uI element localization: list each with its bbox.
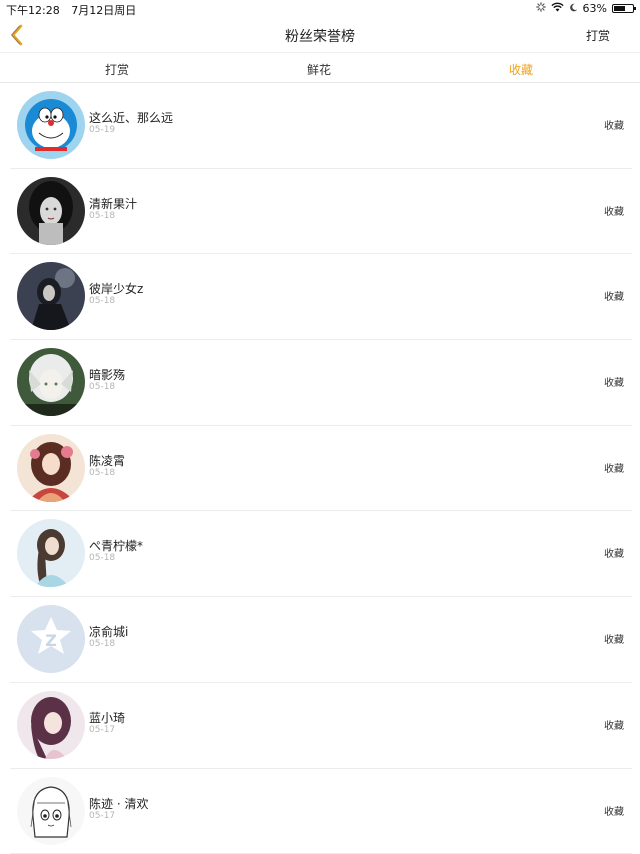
avatar — [17, 91, 85, 159]
avatar — [17, 177, 85, 245]
favorite-label: 收藏 — [604, 631, 624, 646]
status-right: 63% — [536, 2, 634, 15]
list-item[interactable]: 陈迹 · 清欢 05-17 收藏 — [10, 769, 632, 854]
avatar — [17, 262, 85, 330]
user-name: 彼岸少女z — [89, 280, 143, 297]
battery-icon — [612, 4, 634, 13]
item-date: 05-17 — [89, 725, 115, 735]
status-date: 7月12日周日 — [71, 4, 136, 17]
item-date: 05-18 — [89, 382, 115, 392]
user-name: 凉俞城i — [89, 623, 128, 640]
avatar — [17, 434, 85, 502]
item-date: 05-18 — [89, 639, 115, 649]
tab-reward[interactable]: 打赏 — [105, 61, 129, 78]
reward-button[interactable]: 打赏 — [586, 27, 610, 44]
item-date: 05-18 — [89, 211, 115, 221]
tab-favorites[interactable]: 收藏 — [509, 61, 533, 78]
list-item[interactable]: 这么近、那么远 05-19 收藏 — [10, 83, 632, 169]
favorite-label: 收藏 — [604, 374, 624, 389]
item-date: 05-17 — [89, 811, 115, 821]
user-name: ぺ青柠檬* — [89, 537, 143, 554]
loading-icon — [536, 2, 546, 15]
tab-bar: 打赏 鲜花 收藏 — [0, 52, 640, 83]
item-date: 05-18 — [89, 553, 115, 563]
favorite-label: 收藏 — [604, 203, 624, 218]
status-left: 下午12:28 7月12日周日 — [6, 2, 144, 18]
status-bar: 下午12:28 7月12日周日 — [0, 0, 640, 18]
item-date: 05-18 — [89, 296, 115, 306]
avatar — [17, 777, 85, 845]
battery-percent: 63% — [583, 2, 607, 15]
favorite-label: 收藏 — [604, 288, 624, 303]
item-date: 05-19 — [89, 125, 115, 135]
wifi-icon — [551, 2, 564, 15]
status-time: 下午12:28 — [6, 4, 60, 17]
user-name: 蓝小琦 — [89, 709, 125, 726]
nav-bar: 粉丝荣誉榜 打赏 — [0, 18, 640, 52]
item-date: 05-18 — [89, 468, 115, 478]
avatar: Z — [17, 605, 85, 673]
moon-icon — [569, 2, 578, 15]
page-title: 粉丝荣誉榜 — [0, 26, 640, 46]
avatar — [17, 519, 85, 587]
list-item[interactable]: 陈凌霄 05-18 收藏 — [10, 426, 632, 512]
tab-flowers[interactable]: 鲜花 — [307, 61, 331, 78]
user-name: 这么近、那么远 — [89, 109, 173, 126]
list-item[interactable]: 暗影殇 05-18 收藏 — [10, 340, 632, 426]
svg-text:Z: Z — [45, 631, 57, 650]
list-item[interactable]: 清新果汁 05-18 收藏 — [10, 169, 632, 255]
user-name: 暗影殇 — [89, 366, 125, 383]
user-name: 清新果汁 — [89, 195, 137, 212]
fan-list: 这么近、那么远 05-19 收藏 清新果汁 05-18 收藏 — [0, 83, 640, 854]
favorite-label: 收藏 — [604, 117, 624, 132]
favorite-label: 收藏 — [604, 460, 624, 475]
list-item[interactable]: Z 凉俞城i 05-18 收藏 — [10, 597, 632, 683]
favorite-label: 收藏 — [604, 803, 624, 818]
avatar — [17, 691, 85, 759]
favorite-label: 收藏 — [604, 545, 624, 560]
list-item[interactable]: 彼岸少女z 05-18 收藏 — [10, 254, 632, 340]
battery-fill — [614, 6, 625, 11]
favorite-label: 收藏 — [604, 717, 624, 732]
user-name: 陈迹 · 清欢 — [89, 795, 148, 812]
user-name: 陈凌霄 — [89, 452, 125, 469]
list-item[interactable]: 蓝小琦 05-17 收藏 — [10, 683, 632, 769]
avatar — [17, 348, 85, 416]
list-item[interactable]: ぺ青柠檬* 05-18 收藏 — [10, 511, 632, 597]
